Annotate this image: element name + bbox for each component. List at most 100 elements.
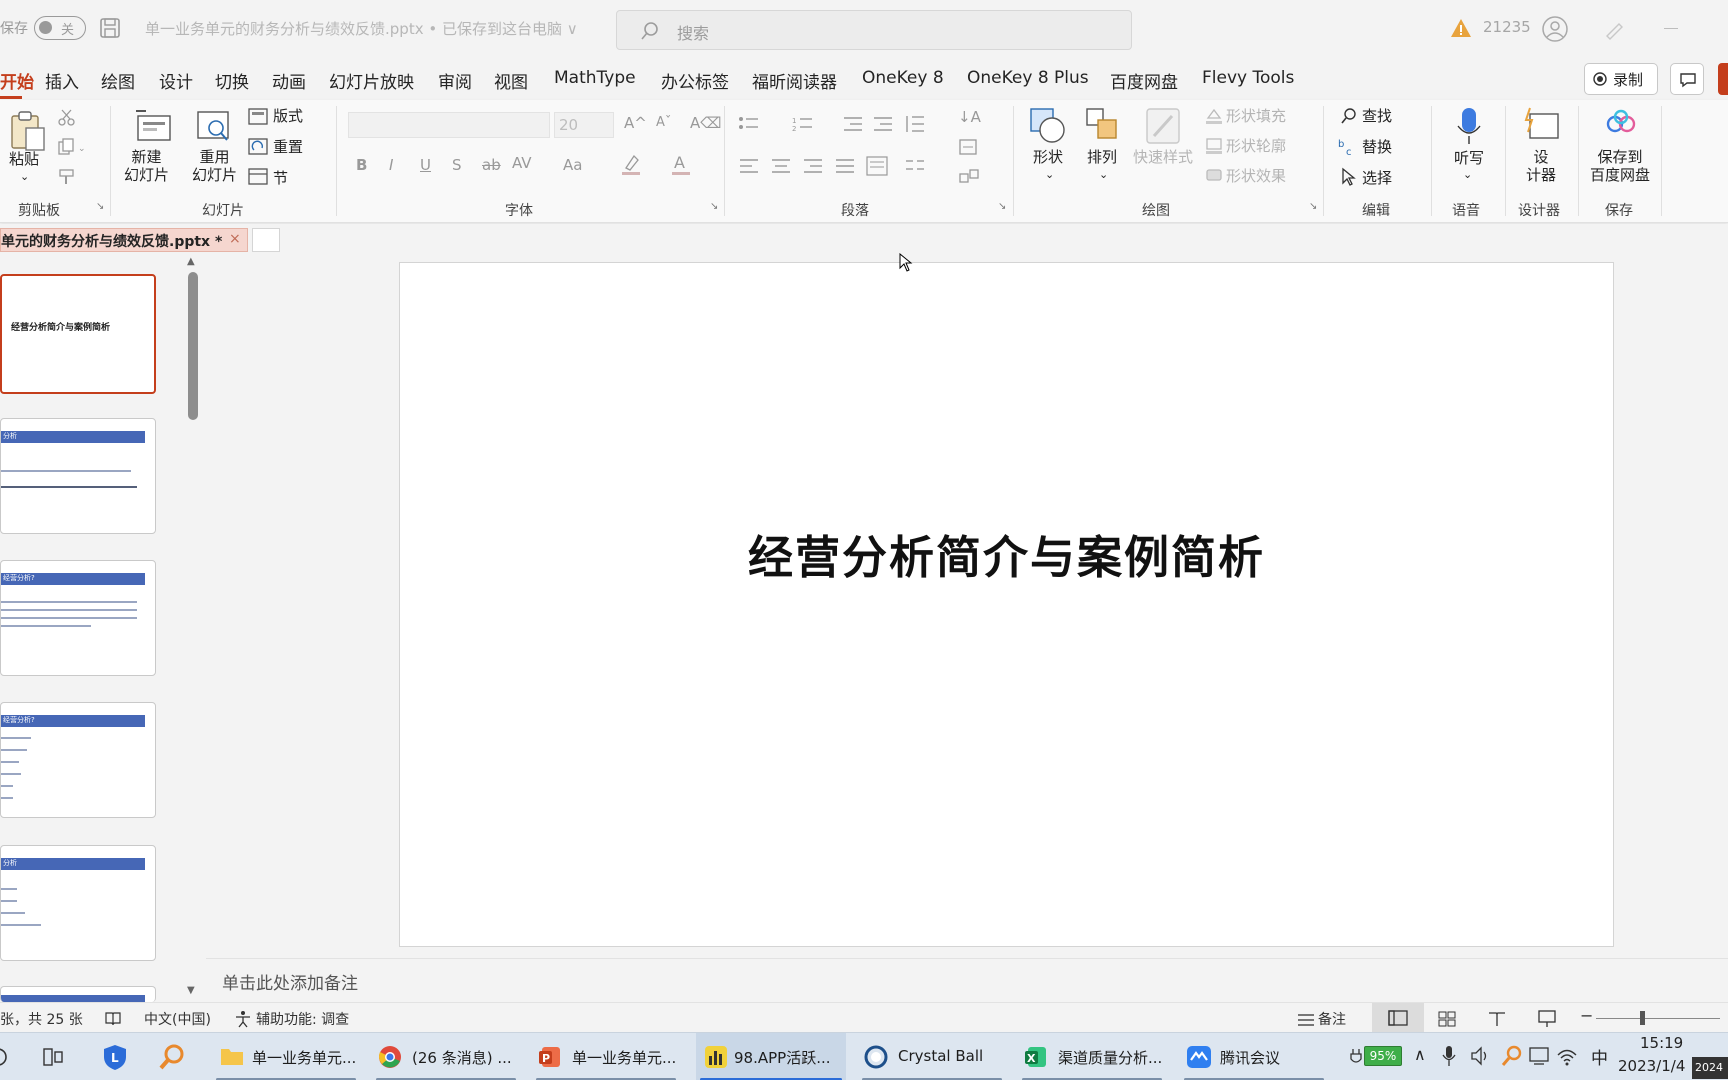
- taskbar-item-crystal-ball[interactable]: Crystal Ball: [858, 1033, 1006, 1080]
- notes-toggle-icon[interactable]: [1296, 1011, 1316, 1027]
- slide-thumbnail-2[interactable]: 分析: [0, 418, 156, 534]
- notes-pane[interactable]: 单击此处添加备注: [206, 958, 1728, 1002]
- cut-icon[interactable]: [58, 108, 76, 126]
- reuse-slide-label[interactable]: 重用 幻灯片: [192, 148, 237, 184]
- clipboard-launcher-icon[interactable]: ↘: [96, 201, 104, 212]
- minimize-button[interactable]: [1664, 28, 1678, 29]
- copy-icon[interactable]: ⌄: [58, 138, 86, 156]
- windows-start-icon[interactable]: [0, 1047, 10, 1067]
- tab-review[interactable]: 审阅: [438, 68, 472, 93]
- slide-thumbnail-6[interactable]: [0, 986, 156, 1002]
- clock-time[interactable]: 15:19: [1640, 1034, 1683, 1052]
- dictate-label[interactable]: 听写: [1454, 149, 1484, 167]
- comments-button[interactable]: [1670, 63, 1704, 95]
- justify-icon[interactable]: [834, 158, 856, 174]
- taskbar-item-tencent-meeting[interactable]: 腾讯会议: [1180, 1033, 1328, 1080]
- shape-effects-label[interactable]: 形状效果: [1226, 167, 1286, 185]
- underline-icon[interactable]: U: [420, 156, 431, 174]
- search-input[interactable]: 搜索: [616, 10, 1132, 50]
- display-tray-icon[interactable]: [1528, 1045, 1550, 1067]
- designer-icon[interactable]: [1522, 106, 1562, 144]
- accessibility-status[interactable]: 辅助功能: 调查: [256, 1009, 349, 1029]
- clock-date[interactable]: 2023/1/4: [1618, 1057, 1685, 1075]
- zoom-slider[interactable]: [1596, 1018, 1720, 1019]
- replace-icon[interactable]: bc: [1338, 137, 1358, 157]
- tab-onekey8-plus[interactable]: OneKey 8 Plus: [967, 68, 1089, 88]
- font-family-select[interactable]: [348, 112, 550, 138]
- font-color-icon[interactable]: A: [670, 152, 692, 176]
- share-button[interactable]: [1718, 63, 1728, 95]
- paste-icon[interactable]: [8, 108, 48, 154]
- wifi-icon[interactable]: [1556, 1045, 1578, 1067]
- save-icon[interactable]: [99, 17, 121, 39]
- clear-formatting-icon[interactable]: A⌫: [690, 114, 721, 132]
- line-spacing-icon[interactable]: [904, 114, 926, 134]
- slide-thumbnail-5[interactable]: 分析: [0, 845, 156, 961]
- tab-foxit[interactable]: 福昕阅读器: [752, 68, 837, 93]
- tab-flevy-tools[interactable]: Flevy Tools: [1202, 68, 1294, 88]
- slide-canvas[interactable]: 经营分析简介与案例简析: [399, 262, 1614, 947]
- volume-icon[interactable]: [1470, 1046, 1492, 1066]
- align-center-icon[interactable]: [770, 158, 792, 174]
- select-label[interactable]: 选择: [1362, 169, 1392, 187]
- change-case-icon[interactable]: Aa: [563, 156, 582, 174]
- accessibility-icon[interactable]: [234, 1010, 252, 1028]
- taskbar-item-excel[interactable]: X 渠道质量分析...: [1018, 1033, 1166, 1080]
- pen-icon[interactable]: [1603, 18, 1625, 40]
- text-direction-icon[interactable]: ↓A: [958, 108, 981, 126]
- warning-icon[interactable]: [1450, 18, 1472, 38]
- record-button[interactable]: 录制: [1584, 63, 1658, 95]
- slideshow-icon[interactable]: [1538, 1010, 1556, 1028]
- layout-icon[interactable]: [248, 108, 268, 126]
- character-spacing-icon[interactable]: AV: [512, 154, 532, 172]
- search-tool-icon[interactable]: [158, 1043, 186, 1071]
- font-size-select[interactable]: 20: [554, 112, 614, 138]
- slide-thumbnail-1[interactable]: 经营分析简介与案例简析: [0, 274, 156, 394]
- select-cursor-icon[interactable]: [1340, 167, 1358, 187]
- document-tab[interactable]: 单元的财务分析与绩效反馈.pptx * ×: [0, 228, 248, 252]
- find-label[interactable]: 查找: [1362, 107, 1392, 125]
- text-shadow-icon[interactable]: S: [452, 156, 462, 174]
- shape-fill-icon[interactable]: [1204, 106, 1224, 126]
- strikethrough-icon[interactable]: ab: [482, 156, 501, 174]
- tab-insert[interactable]: 插入: [45, 68, 79, 93]
- shape-outline-label[interactable]: 形状轮廓: [1226, 137, 1286, 155]
- font-launcher-icon[interactable]: ↘: [710, 201, 718, 212]
- tab-view[interactable]: 视图: [494, 68, 528, 93]
- increase-font-size-icon[interactable]: A^: [624, 114, 647, 132]
- arrange-icon[interactable]: [1084, 106, 1124, 146]
- microphone-icon[interactable]: [1456, 106, 1482, 146]
- italic-icon[interactable]: I: [389, 156, 393, 174]
- bold-icon[interactable]: B: [356, 156, 367, 174]
- language-status[interactable]: 中文(中国): [144, 1009, 211, 1029]
- section-label[interactable]: 节: [273, 169, 288, 187]
- save-to-baidu-label[interactable]: 保存到 百度网盘: [1590, 148, 1650, 184]
- section-icon[interactable]: [248, 168, 268, 186]
- close-tab-icon[interactable]: ×: [229, 231, 241, 247]
- tab-home[interactable]: 开始: [0, 68, 34, 93]
- designer-label[interactable]: 设计器: [1526, 148, 1556, 184]
- tab-mathtype[interactable]: MathType: [554, 68, 636, 88]
- layout-label[interactable]: 版式: [273, 107, 303, 125]
- shape-outline-icon[interactable]: [1204, 136, 1224, 156]
- decrease-indent-icon[interactable]: [842, 116, 864, 132]
- microphone-tray-icon[interactable]: [1442, 1045, 1456, 1067]
- baidu-netdisk-icon[interactable]: [1604, 108, 1638, 138]
- quick-styles-icon[interactable]: [1144, 106, 1184, 146]
- account-avatar-icon[interactable]: [1542, 16, 1568, 42]
- zoom-out-icon[interactable]: −: [1580, 1006, 1593, 1025]
- thumbnail-scrollbar[interactable]: [188, 272, 198, 420]
- shapes-chevron[interactable]: ⌄: [1045, 166, 1054, 184]
- tab-design[interactable]: 设计: [159, 68, 193, 93]
- align-left-icon[interactable]: [738, 158, 760, 174]
- tab-transitions[interactable]: 切换: [215, 68, 249, 93]
- dictate-chevron[interactable]: ⌄: [1463, 166, 1472, 184]
- tab-slideshow[interactable]: 幻灯片放映: [329, 68, 414, 93]
- power-plug-icon[interactable]: [1350, 1047, 1362, 1067]
- shapes-icon[interactable]: [1028, 106, 1068, 146]
- slide-title[interactable]: 经营分析简介与案例简析: [400, 521, 1613, 586]
- reset-icon[interactable]: [248, 138, 268, 156]
- tab-draw[interactable]: 绘图: [101, 68, 135, 93]
- slide-sorter-icon[interactable]: [1438, 1011, 1456, 1027]
- new-slide-icon[interactable]: [134, 108, 174, 144]
